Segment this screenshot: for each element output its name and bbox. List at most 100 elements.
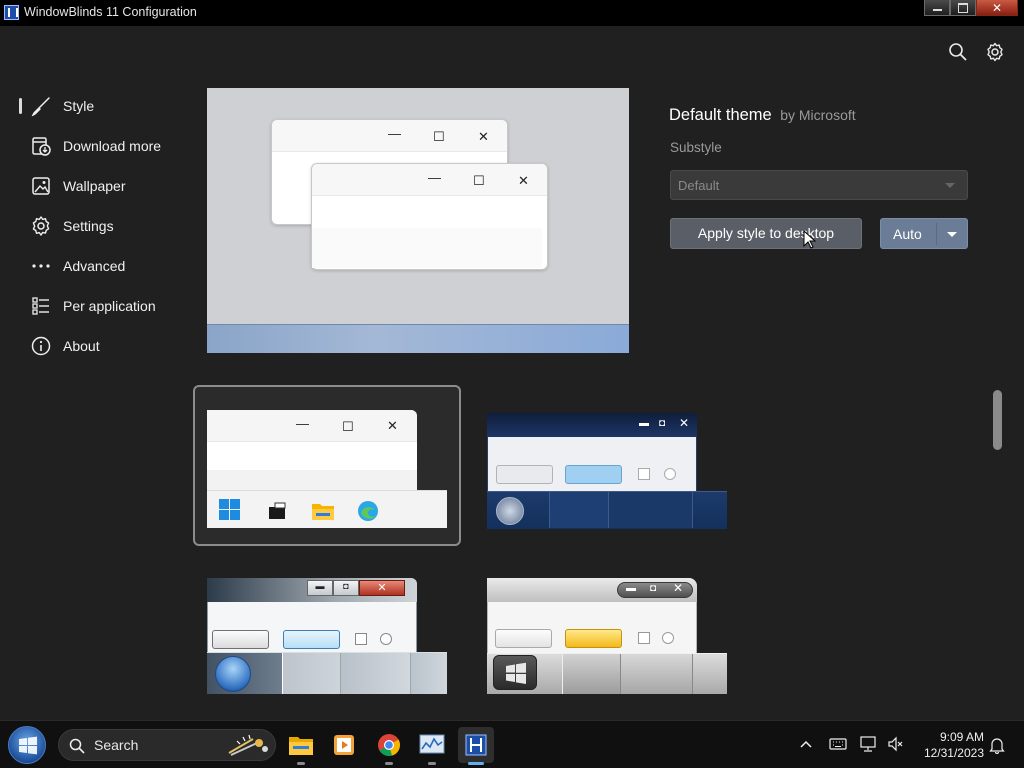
- maximize-icon: ☐: [473, 173, 485, 188]
- minimize-icon: —: [388, 126, 401, 141]
- sidebar-item-style[interactable]: Style: [0, 86, 170, 126]
- sidebar-item-label: Wallpaper: [63, 178, 126, 194]
- theme-name: Default theme: [669, 106, 772, 124]
- preview-taskbar: [207, 324, 629, 353]
- gear-icon: [32, 216, 50, 236]
- maximize-button[interactable]: [950, 0, 976, 16]
- close-button[interactable]: ✕: [976, 0, 1018, 16]
- clock-time: 9:09 AM: [939, 730, 984, 744]
- maximize-icon: ◘: [650, 583, 657, 594]
- windowblinds-app-icon: [4, 5, 19, 20]
- network-icon[interactable]: [860, 736, 878, 752]
- close-icon: ✕: [478, 129, 489, 144]
- window-controls: ✕: [924, 0, 1018, 18]
- media-player-icon: [334, 735, 354, 755]
- taskbar-media-player[interactable]: [326, 727, 362, 763]
- taskbar-windowblinds[interactable]: [458, 727, 494, 765]
- taskbar-clock[interactable]: 9:09 AM 12/31/2023: [912, 729, 984, 761]
- volume-muted-icon[interactable]: [887, 736, 905, 752]
- start-button-icon: [493, 655, 537, 690]
- close-icon: ✕: [679, 416, 690, 430]
- taskbar-chrome[interactable]: [371, 727, 407, 765]
- substyle-value: Default: [678, 178, 720, 193]
- sidebar-item-label: Settings: [63, 218, 114, 234]
- list-icon: [32, 297, 49, 315]
- close-icon: ✕: [359, 580, 405, 596]
- notification-bell-icon[interactable]: [989, 736, 1005, 754]
- substyle-label: Substyle: [670, 140, 722, 155]
- taskbar-resource-monitor[interactable]: [414, 727, 450, 765]
- brush-icon: [31, 97, 50, 117]
- minimize-icon: —: [428, 170, 441, 185]
- sidebar-item-per-application[interactable]: Per application: [0, 286, 170, 326]
- substyle-dropdown[interactable]: Default: [670, 170, 968, 200]
- taskbar-search-box[interactable]: Search: [58, 729, 276, 761]
- split-divider: [936, 223, 937, 245]
- active-indicator: [19, 98, 22, 114]
- sidebar-item-advanced[interactable]: Advanced: [0, 246, 170, 286]
- close-icon: ✕: [673, 581, 684, 595]
- sidebar-item-settings[interactable]: Settings: [0, 206, 170, 246]
- wallpaper-icon: [32, 177, 50, 195]
- minimize-icon: ▬: [639, 418, 649, 429]
- sidebar-item-label: Advanced: [63, 258, 126, 274]
- preview-window-titlebar: — ☐ ✕: [272, 120, 507, 152]
- sidebar-item-about[interactable]: About: [0, 326, 170, 366]
- performance-monitor-icon: [419, 734, 445, 754]
- more-dots-icon: [32, 264, 50, 268]
- search-highlight-icon: [228, 734, 268, 756]
- maximize-icon: ◘: [659, 418, 666, 429]
- preview-window-front: — ☐ ✕: [311, 163, 548, 270]
- search-icon[interactable]: [948, 42, 968, 62]
- keyboard-icon[interactable]: [829, 737, 847, 751]
- sidebar-item-label: Download more styles: [63, 138, 165, 154]
- title-bar: WindowBlinds 11 Configuration ✕: [0, 0, 1024, 26]
- theme-author: by Microsoft: [780, 107, 856, 123]
- sidebar-item-label: Style: [63, 98, 95, 114]
- close-icon: ✕: [387, 418, 398, 433]
- sidebar-item-download[interactable]: Download more styles: [0, 126, 170, 166]
- sidebar-item-wallpaper[interactable]: Wallpaper: [0, 166, 170, 206]
- style-thumbnail-silver[interactable]: ▬ ◘ ✕: [487, 578, 727, 694]
- close-icon: ✕: [518, 173, 529, 188]
- windowblinds-app-icon: [465, 734, 487, 756]
- mouse-cursor-icon: [803, 230, 817, 249]
- sidebar-item-label: Per application: [63, 298, 156, 314]
- edge-browser-icon: [358, 501, 378, 521]
- auto-split-button[interactable]: Auto: [880, 218, 968, 249]
- terminal-icon: [269, 502, 286, 519]
- minimize-button[interactable]: [924, 0, 950, 16]
- folder-icon: [312, 504, 334, 520]
- sidebar-item-label: About: [63, 338, 100, 354]
- scrollbar-thumb[interactable]: [993, 390, 1002, 450]
- start-orb-icon: [496, 497, 524, 525]
- chevron-down-icon: [945, 183, 955, 188]
- minimize-icon: ▬: [626, 583, 636, 594]
- chevron-down-icon[interactable]: [947, 232, 957, 237]
- style-thumbnail-win7[interactable]: ▬ ◘ ✕: [207, 578, 447, 694]
- download-icon: [32, 137, 51, 156]
- taskbar-file-explorer[interactable]: [283, 727, 319, 765]
- chevron-up-icon[interactable]: [799, 737, 813, 751]
- windows-logo-icon: [219, 499, 240, 520]
- maximize-icon: ◘: [333, 580, 359, 596]
- maximize-icon: ☐: [433, 129, 445, 144]
- windows-logo-icon: [19, 736, 37, 755]
- sidebar: Style Download more styles Wallpaper Set…: [0, 86, 170, 366]
- search-placeholder: Search: [94, 737, 139, 753]
- chrome-icon: [378, 734, 400, 757]
- theme-header: Default theme by Microsoft: [669, 106, 856, 125]
- clock-date: 12/31/2023: [923, 746, 984, 760]
- taskbar: Search 9:09 AM 12/31/2023: [0, 720, 1024, 768]
- start-button[interactable]: [8, 726, 46, 764]
- auto-label: Auto: [893, 226, 922, 242]
- minimize-icon: ▬: [307, 580, 333, 596]
- search-icon: [69, 738, 85, 754]
- preview-window-titlebar: — ☐ ✕: [312, 164, 547, 196]
- apply-style-button[interactable]: Apply style to desktop: [670, 218, 862, 249]
- windows7-orb-icon: [215, 656, 251, 692]
- maximize-icon: ☐: [342, 419, 354, 434]
- gear-icon[interactable]: [985, 42, 1005, 62]
- style-thumbnail-win11[interactable]: — ☐ ✕: [207, 410, 447, 530]
- style-thumbnail-blue-dark[interactable]: ▬ ◘ ✕: [487, 413, 727, 529]
